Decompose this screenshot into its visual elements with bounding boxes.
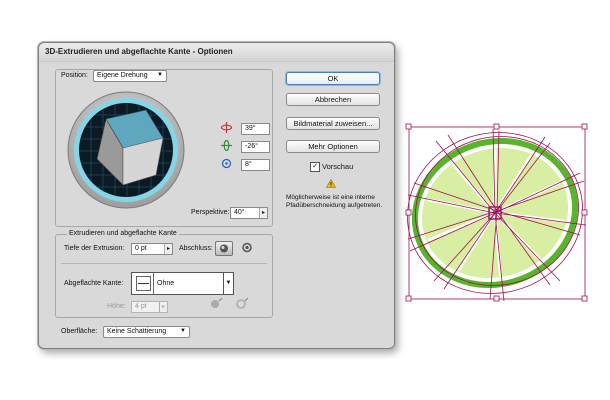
warning-text: Möglicherweise ist eine interne Pfadüber…	[286, 194, 383, 209]
perspective-field[interactable]: 40° ▸	[230, 207, 268, 219]
resize-handle[interactable]	[581, 209, 588, 216]
rotation-trackball[interactable]	[67, 91, 185, 209]
extrude-depth-value: 0 pt	[135, 245, 147, 252]
chevron-down-icon: ▼	[225, 280, 232, 286]
extrude-bevel-dialog: 3D-Extrudieren und abgeflachte Kante - O…	[38, 42, 395, 349]
warning-icon	[326, 179, 336, 188]
lime-artwork-selection[interactable]	[400, 115, 605, 315]
rotation-z-value: 8°	[245, 161, 252, 168]
chevron-right-icon[interactable]: ▸	[164, 244, 172, 254]
bevel-value: Ohne	[157, 280, 175, 287]
bevel-dropdown[interactable]: Ohne	[131, 272, 224, 295]
chevron-down-icon: ▼	[180, 328, 186, 334]
resize-handle[interactable]	[493, 295, 500, 302]
height-label: Höhe:	[107, 303, 126, 310]
rotation-x-field[interactable]: 39°	[241, 123, 270, 135]
extrude-depth-label: Tiefe der Extrusion:	[64, 245, 125, 252]
resize-handle[interactable]	[581, 295, 588, 302]
resize-handle[interactable]	[405, 295, 412, 302]
resize-handle[interactable]	[581, 123, 588, 130]
bevel-in-button[interactable]	[233, 297, 249, 311]
cap-label: Abschluss:	[179, 245, 213, 252]
surface-dropdown[interactable]: Keine Schattierung ▼	[103, 326, 190, 338]
group-separator	[61, 263, 267, 264]
preview-checkbox[interactable]: ✓	[310, 162, 320, 172]
perspective-value: 40°	[234, 209, 245, 216]
rotate-y-icon	[221, 140, 232, 151]
bevel-out-button[interactable]	[207, 297, 223, 311]
bevel-dropdown-arrow[interactable]: ▼	[223, 272, 234, 295]
cap-off-icon	[242, 242, 252, 253]
dialog-titlebar[interactable]: 3D-Extrudieren und abgeflachte Kante - O…	[39, 43, 394, 62]
rotate-x-icon	[221, 122, 232, 133]
more-options-button[interactable]: Mehr Optionen	[286, 140, 380, 153]
bevel-label: Abgeflachte Kante:	[64, 280, 124, 287]
cap-off-button[interactable]	[239, 241, 255, 254]
extrude-depth-field[interactable]: 0 pt ▸	[131, 243, 173, 255]
height-value: 4 pt	[135, 303, 147, 310]
position-label: Position:	[61, 72, 88, 79]
rotation-y-value: -26°	[245, 143, 258, 150]
rotation-y-field[interactable]: -26°	[241, 141, 270, 153]
resize-handle[interactable]	[405, 209, 412, 216]
checkmark-icon: ✓	[312, 163, 318, 170]
chevron-right-icon[interactable]: ▸	[259, 208, 267, 218]
cap-on-button[interactable]	[215, 241, 233, 256]
dialog-title: 3D-Extrudieren und abgeflachte Kante - O…	[45, 47, 233, 56]
perspective-label: Perspektive:	[191, 209, 230, 216]
ok-button[interactable]: OK	[286, 72, 380, 85]
position-dropdown[interactable]: Eigene Drehung ▼	[93, 70, 167, 82]
resize-handle[interactable]	[405, 123, 412, 130]
resize-handle[interactable]	[493, 123, 500, 130]
rotation-x-value: 39°	[245, 125, 256, 132]
cancel-button[interactable]: Abbrechen	[286, 93, 380, 106]
surface-value: Keine Schattierung	[107, 328, 167, 335]
map-art-button[interactable]: Bildmaterial zuweisen...	[286, 117, 380, 130]
bevel-out-icon	[211, 297, 223, 308]
rotate-z-icon	[221, 158, 232, 169]
surface-label: Oberfläche:	[61, 328, 98, 335]
bevel-preview-swatch	[136, 276, 151, 291]
bevel-in-icon	[236, 297, 249, 309]
cap-on-icon	[220, 244, 228, 253]
rotation-z-field[interactable]: 8°	[241, 159, 270, 171]
position-value: Eigene Drehung	[97, 72, 148, 79]
chevron-right-icon[interactable]: ▸	[159, 302, 167, 312]
preview-label: Vorschau	[322, 162, 354, 171]
extrude-bevel-group-label: Extrudieren und abgeflachte Kante	[67, 230, 179, 237]
chevron-down-icon: ▼	[157, 72, 163, 78]
height-field[interactable]: 4 pt ▸	[131, 301, 168, 313]
